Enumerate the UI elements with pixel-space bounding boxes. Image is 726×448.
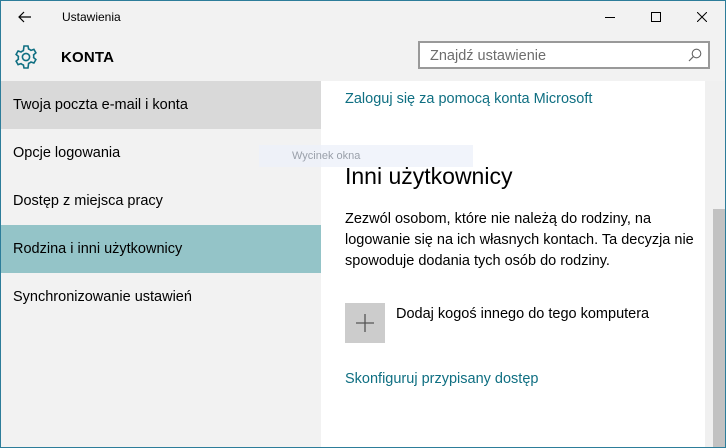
sidebar-item-label: Synchronizowanie ustawień	[13, 289, 192, 305]
sidebar-item-label: Twoja poczta e-mail i konta	[13, 97, 188, 113]
sidebar-item-email-accounts[interactable]: Twoja poczta e-mail i konta	[1, 81, 321, 129]
other-users-heading: Inni użytkownicy	[345, 163, 513, 189]
microsoft-account-link[interactable]: Zaloguj się za pomocą konta Microsoft	[345, 91, 592, 107]
page-header: KONTA Znajdź ustawienie	[1, 33, 725, 81]
snip-tooltip: Wycinek okna	[259, 145, 473, 167]
content-scrollbar[interactable]	[705, 81, 725, 447]
close-icon	[697, 12, 707, 22]
sidebar-item-family-other-users[interactable]: Rodzina i inni użytkownicy	[1, 225, 321, 273]
gear-icon	[15, 45, 37, 69]
add-user-label[interactable]: Dodaj kogoś innego do tego komputera	[396, 306, 649, 322]
sidebar-item-label: Rodzina i inni użytkownicy	[13, 241, 183, 257]
sidebar-item-label: Opcje logowania	[13, 145, 121, 161]
window-title: Ustawienia	[62, 10, 121, 24]
search-placeholder: Znajdź ustawienie	[430, 48, 547, 64]
arrow-left-icon	[18, 11, 31, 23]
minimize-icon	[605, 17, 615, 18]
maximize-icon	[651, 12, 661, 22]
settings-window: Ustawienia KONTA Znajdź ustawienie Twoja…	[0, 0, 726, 448]
assigned-access-link[interactable]: Skonfiguruj przypisany dostęp	[345, 371, 538, 387]
search-icon[interactable]	[688, 48, 702, 62]
scrollbar-thumb[interactable]	[713, 209, 725, 447]
search-input[interactable]: Znajdź ustawienie	[418, 41, 710, 69]
maximize-button[interactable]	[633, 1, 679, 33]
title-bar: Ustawienia	[1, 1, 725, 33]
main-content: Zaloguj się za pomocą konta Microsoft In…	[321, 81, 705, 447]
section-title: KONTA	[61, 49, 115, 66]
add-user-button[interactable]	[345, 303, 385, 343]
sidebar: Twoja poczta e-mail i konta Opcje logowa…	[1, 81, 321, 447]
sidebar-item-label: Dostęp z miejsca pracy	[13, 193, 163, 209]
back-button[interactable]	[1, 1, 49, 33]
minimize-button[interactable]	[587, 1, 633, 33]
other-users-description: Zezwól osobom, które nie należą do rodzi…	[345, 211, 694, 269]
close-button[interactable]	[679, 1, 725, 33]
plus-icon	[356, 314, 374, 332]
sidebar-item-work-access[interactable]: Dostęp z miejsca pracy	[1, 177, 321, 225]
sidebar-item-sync-settings[interactable]: Synchronizowanie ustawień	[1, 273, 321, 321]
